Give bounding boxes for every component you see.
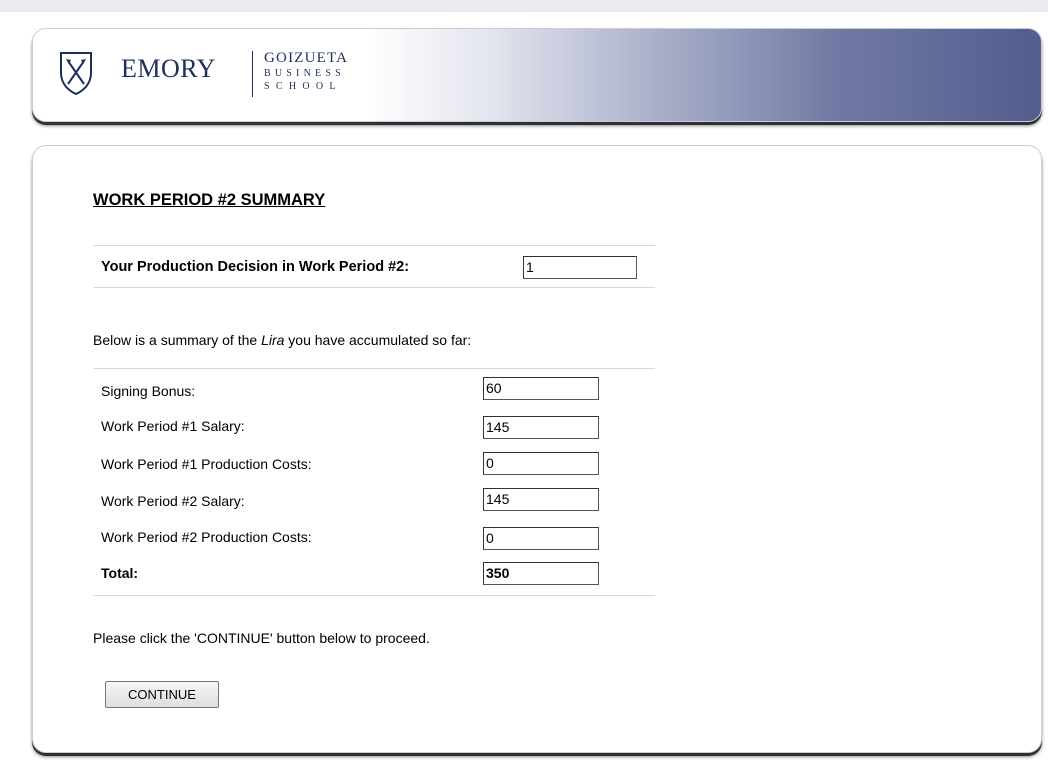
divider-table-bottom xyxy=(93,595,655,596)
production-decision-field: 1 xyxy=(523,256,637,279)
logo-goizueta-text: GOIZUETA xyxy=(264,50,349,66)
row-label-wp1-salary: Work Period #1 Salary: xyxy=(101,418,245,434)
intro-prefix: Below is a summary of the xyxy=(93,332,262,348)
value-wp1-salary: 145 xyxy=(483,416,599,439)
logo-business-text: BUSINESS xyxy=(264,68,345,79)
divider-decision xyxy=(93,287,655,288)
row-label-signing-bonus: Signing Bonus: xyxy=(101,383,196,399)
top-strip xyxy=(0,0,1048,12)
logo-school-text: SCHOOL xyxy=(264,81,342,92)
summary-intro: Below is a summary of the Lira you have … xyxy=(93,332,471,348)
intro-currency: Lira xyxy=(261,332,285,348)
summary-panel: WORK PERIOD #2 SUMMARY Your Production D… xyxy=(32,145,1042,753)
emory-shield-icon xyxy=(60,52,92,95)
row-label-wp2-salary: Work Period #2 Salary: xyxy=(101,493,245,509)
row-label-wp1-costs: Work Period #1 Production Costs: xyxy=(101,456,312,472)
logo-goizueta: GOIZUETA BUSINESS SCHOOL xyxy=(264,51,348,92)
value-total: 350 xyxy=(483,562,599,585)
value-wp2-costs: 0 xyxy=(483,527,599,550)
value-wp1-costs: 0 xyxy=(483,452,599,475)
intro-suffix: you have accumulated so far: xyxy=(284,332,472,348)
proceed-instruction: Please click the 'CONTINUE' button below… xyxy=(93,630,430,646)
logo-emory-text: EMORY xyxy=(121,54,216,83)
value-signing-bonus: 60 xyxy=(483,377,599,400)
divider-top xyxy=(93,245,655,246)
row-label-total: Total: xyxy=(101,565,139,581)
logo-divider xyxy=(252,51,253,97)
production-decision-label: Your Production Decision in Work Period … xyxy=(101,259,410,275)
page-title: WORK PERIOD #2 SUMMARY xyxy=(93,191,326,209)
value-wp2-salary: 145 xyxy=(483,488,599,511)
row-label-wp2-costs: Work Period #2 Production Costs: xyxy=(101,529,312,545)
continue-button[interactable]: CONTINUE xyxy=(105,681,219,708)
header-banner: EMORY GOIZUETA BUSINESS SCHOOL xyxy=(32,28,1042,122)
divider-table-top xyxy=(93,368,655,369)
